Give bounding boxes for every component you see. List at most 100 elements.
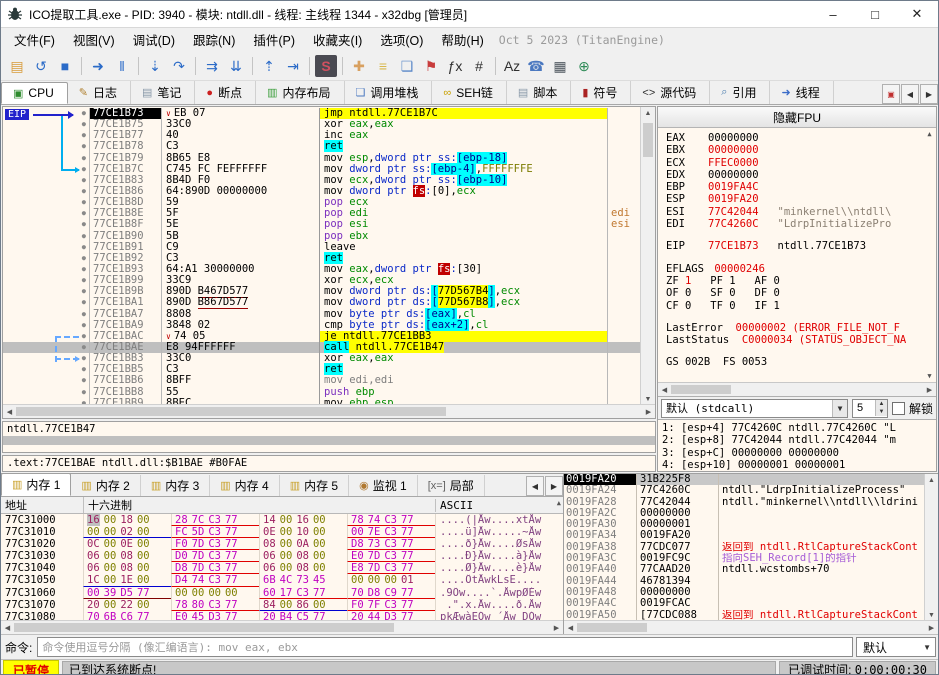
dump-byte[interactable]: 00: [104, 574, 117, 586]
argument-row[interactable]: 4: [esp+10] 00000001 00000001: [662, 459, 924, 471]
menu-item-H[interactable]: 帮助(H): [432, 31, 492, 51]
dump-byte[interactable]: 74: [368, 514, 381, 526]
bookmarks-icon[interactable]: ⚑: [420, 55, 442, 77]
stack-row[interactable]: 0019FA34 0019FA20: [564, 530, 925, 542]
breakpoint-dot-icon[interactable]: ●: [82, 366, 86, 373]
dump-byte[interactable]: 00: [313, 599, 326, 611]
argument-row[interactable]: 3: [esp+C] 00000000 00000000: [662, 447, 924, 459]
dump-byte[interactable]: E0: [351, 550, 364, 562]
breakpoint-dot-icon[interactable]: ●: [82, 121, 86, 128]
breakpoint-dot-icon[interactable]: ●: [82, 277, 86, 284]
tab-cpu[interactable]: ▣ CPU: [1, 82, 68, 104]
register-row[interactable]: EIP 77CE1B73 ntdll.77CE1B73: [666, 240, 922, 252]
registers-vertical-scrollbar[interactable]: ▲ ▼: [923, 128, 936, 382]
dump-byte[interactable]: 00: [87, 587, 100, 599]
register-row[interactable]: ECX FFEC0000: [666, 157, 922, 169]
scroll-thumb[interactable]: [16, 407, 446, 416]
scroll-up-icon[interactable]: ▲: [645, 107, 652, 119]
registers-horizontal-scrollbar[interactable]: ◀ ▶: [658, 382, 936, 396]
dump-byte[interactable]: 70: [351, 587, 364, 599]
dump-byte[interactable]: 77: [401, 538, 414, 550]
dump-byte[interactable]: D3: [384, 611, 397, 620]
dump-byte[interactable]: 00: [137, 599, 150, 611]
register-row[interactable]: ESP 0019FA20: [666, 193, 922, 206]
dump-byte[interactable]: 74: [192, 574, 205, 586]
dump-byte[interactable]: 00: [137, 538, 150, 550]
trace-icon[interactable]: S: [315, 55, 337, 77]
tab-threads[interactable]: ➜ 线程: [770, 81, 834, 104]
argument-row[interactable]: 1: [esp+4] 77C4260C ntdll.77C4260C "L: [662, 422, 924, 434]
dump-byte[interactable]: 7D: [192, 538, 205, 550]
scroll-left-icon[interactable]: ◀: [1, 624, 14, 632]
dump-byte[interactable]: 00: [87, 526, 100, 538]
dump-byte[interactable]: 10: [296, 526, 309, 538]
stack-row[interactable]: 0019FA24 77C4260C ntdll."LdrpInitializePro…: [564, 484, 925, 497]
breakpoint-dot-icon[interactable]: ●: [82, 288, 86, 295]
dump-byte[interactable]: 0C: [87, 538, 100, 550]
stack-row[interactable]: 0019FA48 00000000: [564, 586, 925, 599]
dump-tab-3[interactable]: ▥ 内存 3: [141, 475, 211, 496]
dump-byte[interactable]: 00: [368, 574, 381, 586]
dump-byte[interactable]: 00: [313, 514, 326, 526]
dump-byte[interactable]: 70: [87, 611, 100, 620]
animate-over-icon[interactable]: ⇊: [225, 55, 247, 77]
tab-scroll-right[interactable]: ▶: [920, 84, 938, 104]
dump-byte[interactable]: 06: [87, 562, 100, 574]
dump-byte[interactable]: 7D: [192, 550, 205, 562]
dump-byte[interactable]: 00: [280, 550, 293, 562]
scroll-left-icon[interactable]: ◀: [3, 408, 16, 416]
dump-tab-1[interactable]: ▥ 内存 1: [1, 474, 72, 496]
dump-byte[interactable]: 60: [263, 587, 276, 599]
dump-byte[interactable]: 00: [137, 562, 150, 574]
dump-row[interactable]: 77C31040 06 00 08 00 D8 7D C3 77 06 00 08 00 E8 7D C3 77…: [1, 562, 563, 575]
minimize-button[interactable]: –: [812, 1, 854, 27]
breakpoint-gutter[interactable]: ●: [3, 264, 89, 275]
dump-byte[interactable]: 78: [175, 599, 188, 611]
dump-byte[interactable]: 00: [104, 514, 117, 526]
dump-byte[interactable]: 0E: [263, 526, 276, 538]
breakpoint-dot-icon[interactable]: ●: [82, 332, 86, 340]
breakpoint-dot-icon[interactable]: ●: [82, 143, 86, 150]
dump-byte[interactable]: 77: [313, 611, 326, 620]
tab-script[interactable]: ▤ 脚本: [507, 81, 572, 104]
breakpoint-dot-icon[interactable]: ●: [82, 110, 86, 117]
dump-byte[interactable]: 00: [104, 562, 117, 574]
dump-byte[interactable]: 16: [296, 514, 309, 526]
dump-byte[interactable]: 08: [263, 538, 276, 550]
dump-byte[interactable]: 7F: [368, 599, 381, 611]
dump-byte[interactable]: 77: [225, 599, 238, 611]
dump-row[interactable]: 77C31070 20 00 22 00 78 80 C3 77 84 00 86 00 F0 7F C3 77…: [1, 598, 563, 611]
dump-byte[interactable]: 17: [280, 587, 293, 599]
menu-item-P[interactable]: 插件(P): [244, 31, 304, 51]
stack-view[interactable]: 0019FA20 31B225F8 0019FA24 77C4260C ntdll."L…: [564, 474, 938, 620]
dump-byte[interactable]: F0: [351, 599, 364, 611]
breakpoint-gutter[interactable]: ●: [3, 275, 89, 286]
dump-byte[interactable]: 08: [120, 550, 133, 562]
disasm-horizontal-scrollbar[interactable]: ◀ ▶: [3, 404, 655, 418]
dump-row[interactable]: 77C31000 16 00 18 00 28 7C C3 77 14 00 16 00 78 74 C3 77…: [1, 514, 563, 527]
dump-byte[interactable]: 00: [225, 587, 238, 599]
breakpoint-gutter[interactable]: ●: [3, 197, 89, 208]
calling-convention-select[interactable]: 默认 (stdcall) ▼: [661, 398, 848, 418]
dump-byte[interactable]: 4C: [280, 574, 293, 586]
last-error-row[interactable]: LastError 00000002 (ERROR_FILE_NOT_F: [666, 322, 922, 334]
stack-row[interactable]: 0019FA20 31B225F8: [564, 474, 925, 486]
dump-byte[interactable]: C3: [208, 599, 221, 611]
menu-item-F[interactable]: 文件(F): [5, 31, 64, 51]
dump-byte[interactable]: C9: [384, 587, 397, 599]
dump-byte[interactable]: 0A: [296, 538, 309, 550]
scroll-right-icon[interactable]: ▶: [550, 624, 563, 632]
breakpoint-gutter[interactable]: ●: [3, 208, 89, 219]
dump-byte[interactable]: 01: [401, 574, 414, 586]
breakpoint-dot-icon[interactable]: ●: [82, 165, 86, 173]
dump-byte[interactable]: D5: [120, 587, 133, 599]
register-row[interactable]: EBX 00000000: [666, 144, 922, 156]
breakpoint-gutter[interactable]: ●: [3, 320, 89, 331]
tab-notes[interactable]: ▤ 笔记: [131, 81, 196, 104]
tab-seh[interactable]: ∞ SEH链: [432, 81, 507, 104]
dump-byte[interactable]: 77: [225, 562, 238, 574]
dump-byte[interactable]: 77: [401, 587, 414, 599]
labels-icon[interactable]: ❏: [396, 55, 418, 77]
disasm-row[interactable]: ● 77CE1BB6 8BFF mov edi,edi: [3, 375, 640, 387]
last-error-row[interactable]: LastStatus C0000034 (STATUS_OBJECT_NA: [666, 334, 922, 346]
